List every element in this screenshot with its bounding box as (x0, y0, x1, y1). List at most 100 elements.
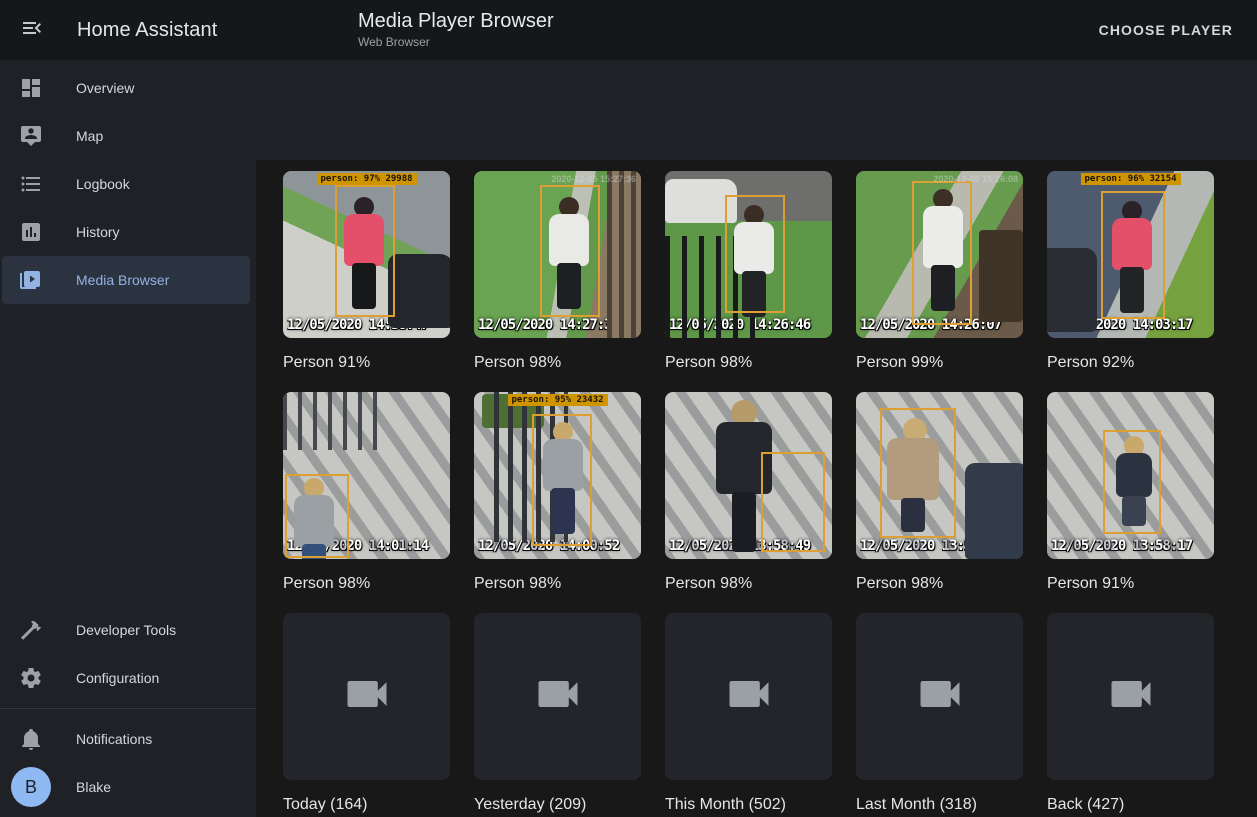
folder-label: Yesterday (209) (474, 793, 641, 816)
sidebar-item-label: History (76, 224, 120, 240)
menu-toggle-button[interactable] (8, 6, 56, 54)
clip-thumbnail: 12/05/2020 13:58:17 (1047, 392, 1214, 559)
clip-label: Person 98% (856, 572, 1023, 595)
folder-label: Today (164) (283, 793, 450, 816)
sidebar-item-logbook[interactable]: Logbook (2, 160, 250, 208)
folder-thumbnail (474, 613, 641, 780)
sidebar-spacer (0, 304, 256, 602)
porch-shape (607, 171, 641, 338)
menu-open-icon (20, 16, 44, 45)
clip-label: Person 98% (665, 572, 832, 595)
detection-bbox (761, 452, 825, 552)
sidebar-item-overview[interactable]: Overview (2, 64, 250, 112)
folder-card-back[interactable]: Back (427) (1047, 613, 1214, 816)
clip-label: Person 98% (665, 351, 832, 374)
clip-label: Person 92% (1047, 351, 1214, 374)
sidebar-item-label: Configuration (76, 670, 159, 686)
folder-label: Last Month (318) (856, 793, 1023, 816)
stroller-shape (965, 463, 1023, 559)
detection-bbox (335, 185, 395, 317)
clip-thumbnail: 2020-12-05 15:27:36 12/05/2020 14:27:35 (474, 171, 641, 338)
sidebar-item-configuration[interactable]: Configuration (2, 654, 250, 702)
clip-card[interactable]: person: 97% 29988 12/05/2020 14:38:47 Pe… (283, 171, 450, 374)
detection-bbox (880, 408, 956, 538)
sidebar-item-notifications[interactable]: Notifications (2, 715, 250, 763)
sidebar: Overview Map Logbook History Media Brows… (0, 60, 256, 817)
clip-thumbnail: person: 95% 23432 12/05/2020 14:00:52 (474, 392, 641, 559)
sidebar-item-label: Developer Tools (76, 622, 176, 638)
detection-label: person: 95% 23432 (507, 394, 607, 406)
person-figure (540, 422, 586, 534)
hammer-icon (19, 618, 43, 642)
clip-card[interactable]: person: 96% 32154 12/05/2020 14:03:17 Pe… (1047, 171, 1214, 374)
folder-card-this-month[interactable]: This Month (502) (665, 613, 832, 816)
clip-thumbnail: 12/05/2020 13:58:49 (665, 392, 832, 559)
clip-card[interactable]: person: 95% 23432 12/05/2020 14:00:52 Pe… (474, 392, 641, 595)
sidebar-item-label: Notifications (76, 731, 152, 747)
clip-timestamp: 12/05/2020 13:58:17 (1051, 538, 1212, 554)
clip-label: Person 98% (283, 572, 450, 595)
media-grid: person: 97% 29988 12/05/2020 14:38:47 Pe… (256, 160, 1257, 817)
folder-card-last-month[interactable]: Last Month (318) (856, 613, 1023, 816)
play-box-multiple-icon (19, 268, 43, 292)
sidebar-item-media-browser[interactable]: Media Browser (2, 256, 250, 304)
panel-title: Media Player Browser (358, 9, 554, 33)
sidebar-divider (0, 708, 256, 709)
clip-thumbnail: 12/05/2020 14:01:14 (283, 392, 450, 559)
clip-thumbnail: person: 97% 29988 12/05/2020 14:38:47 (283, 171, 450, 338)
folder-thumbnail (856, 613, 1023, 780)
clip-card[interactable]: 12/05/2020 14:26:46 Person 98% (665, 171, 832, 374)
video-camera-icon (1105, 668, 1157, 725)
user-avatar: B (11, 767, 51, 807)
sidebar-item-label: Overview (76, 80, 134, 96)
clip-label: Person 99% (856, 351, 1023, 374)
detection-bbox (285, 474, 349, 558)
video-camera-icon (341, 668, 393, 725)
clip-card[interactable]: 12/05/2020 13:58:30 Person 98% (856, 392, 1023, 595)
map-account-icon (19, 124, 43, 148)
sidebar-item-history[interactable]: History (2, 208, 250, 256)
clip-card[interactable]: 2020-12-05 15:26:08 12/05/2020 14:26:07 … (856, 171, 1023, 374)
folder-thumbnail (283, 613, 450, 780)
sidebar-item-profile[interactable]: B Blake (2, 763, 250, 811)
sidebar-item-label: Map (76, 128, 103, 144)
stroller-shape (1047, 248, 1097, 332)
video-camera-icon (723, 668, 775, 725)
sidebar-item-map[interactable]: Map (2, 112, 250, 160)
detection-bbox (725, 195, 785, 313)
railing-shape (283, 392, 379, 450)
video-camera-icon (532, 668, 584, 725)
detection-bbox (1101, 191, 1165, 319)
list-icon (19, 172, 43, 196)
chart-icon (19, 220, 43, 244)
detection-label: person: 97% 29988 (316, 173, 416, 185)
sidebar-item-developer-tools[interactable]: Developer Tools (2, 606, 250, 654)
clip-card[interactable]: 12/05/2020 13:58:17 Person 91% (1047, 392, 1214, 595)
folder-label: Back (427) (1047, 793, 1214, 816)
folder-card-yesterday[interactable]: Yesterday (209) (474, 613, 641, 816)
bench-shape (979, 230, 1023, 322)
user-name: Blake (76, 779, 111, 795)
gear-icon (19, 666, 43, 690)
camera-watermark: 2020-12-05 15:27:36 (551, 174, 636, 184)
choose-player-button[interactable]: CHOOSE PLAYER (1087, 0, 1245, 60)
clip-card[interactable]: 12/05/2020 13:58:49 Person 98% (665, 392, 832, 595)
detection-bbox (1103, 430, 1161, 534)
camera-watermark: 2020-12-05 15:26:08 (933, 174, 1018, 184)
panel-subtitle: Web Browser (358, 35, 554, 49)
sidebar-title: Home Assistant (77, 19, 217, 42)
folder-label: This Month (502) (665, 793, 832, 816)
sidebar-item-label: Media Browser (76, 272, 169, 288)
folder-card-today[interactable]: Today (164) (283, 613, 450, 816)
clip-label: Person 98% (474, 572, 641, 595)
media-browser-header (256, 60, 1257, 160)
clip-card[interactable]: 12/05/2020 14:01:14 Person 98% (283, 392, 450, 595)
clip-thumbnail: 12/05/2020 13:58:30 (856, 392, 1023, 559)
detection-bbox (540, 185, 600, 317)
panel-title-group: Media Player Browser Web Browser (358, 9, 554, 49)
detection-bbox (912, 181, 972, 325)
folder-thumbnail (1047, 613, 1214, 780)
folder-thumbnail (665, 613, 832, 780)
clip-card[interactable]: 2020-12-05 15:27:36 12/05/2020 14:27:35 … (474, 171, 641, 374)
clip-thumbnail: person: 96% 32154 12/05/2020 14:03:17 (1047, 171, 1214, 338)
